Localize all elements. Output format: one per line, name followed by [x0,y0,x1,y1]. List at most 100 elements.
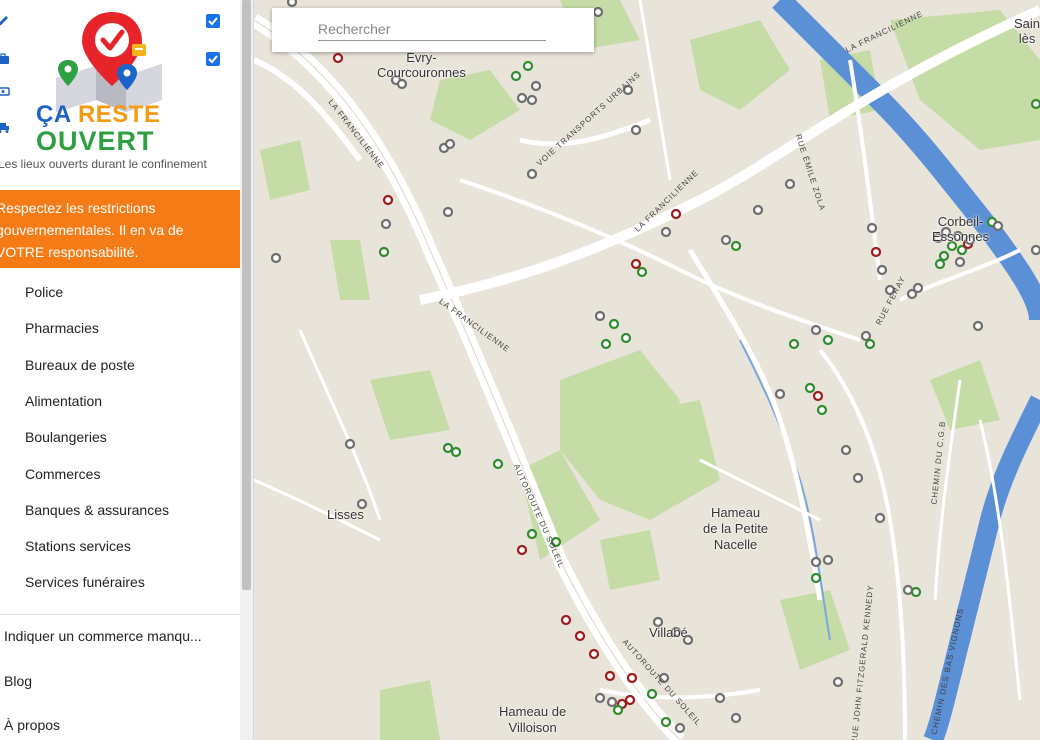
map-marker[interactable] [866,222,878,234]
pen-icon [0,16,8,26]
map-marker[interactable] [624,694,636,706]
category-banques-assurances[interactable]: Banques & assurances [25,502,169,518]
map-marker[interactable] [714,692,726,704]
map-marker[interactable] [516,544,528,556]
category-services-funeraires[interactable]: Services funéraires [25,574,145,590]
warning-line-3: VOTRE responsabilité. [0,244,139,260]
map-marker[interactable] [604,670,616,682]
map-marker[interactable] [938,250,950,262]
map-marker[interactable] [1030,98,1040,110]
sidebar-scrollbar[interactable] [240,0,254,740]
map-marker[interactable] [332,52,344,64]
place-saint: Sain lès [1014,16,1040,46]
map-marker[interactable] [592,6,604,18]
map-marker[interactable] [902,584,914,596]
map-marker[interactable] [574,630,586,642]
map-marker[interactable] [860,330,872,342]
map-marker[interactable] [934,258,946,270]
category-bureaux-de-poste[interactable]: Bureaux de poste [25,357,135,373]
map-marker[interactable] [788,338,800,350]
map-marker[interactable] [380,218,392,230]
map-marker[interactable] [992,220,1004,232]
map-marker[interactable] [784,178,796,190]
map-marker[interactable] [594,310,606,322]
map-marker[interactable] [630,258,642,270]
map-marker[interactable] [670,208,682,220]
map-marker[interactable] [852,472,864,484]
map-marker[interactable] [270,252,282,264]
map-marker[interactable] [620,332,632,344]
about-link[interactable]: À propos [4,717,60,733]
map-marker[interactable] [832,676,844,688]
map-marker[interactable] [492,458,504,470]
map-marker[interactable] [810,556,822,568]
map-marker[interactable] [972,320,984,332]
map-marker[interactable] [530,80,542,92]
map-marker[interactable] [660,226,672,238]
map-marker[interactable] [876,264,888,276]
map-marker[interactable] [840,444,852,456]
category-police[interactable]: Police [25,284,63,300]
map-marker[interactable] [822,554,834,566]
map-marker[interactable] [864,338,876,350]
map-marker[interactable] [286,0,298,8]
blog-link[interactable]: Blog [4,673,32,689]
map-marker[interactable] [608,318,620,330]
map[interactable]: Évry- Courcouronnes Lisses Hameau de la … [254,0,1040,740]
map-marker[interactable] [442,442,454,454]
map-marker[interactable] [804,382,816,394]
map-marker[interactable] [510,70,522,82]
map-marker[interactable] [526,94,538,106]
map-marker[interactable] [954,256,966,268]
map-marker[interactable] [588,648,600,660]
map-marker[interactable] [382,194,394,206]
map-marker[interactable] [594,692,606,704]
map-marker[interactable] [912,282,924,294]
map-marker[interactable] [606,696,618,708]
map-marker[interactable] [730,712,742,724]
map-marker[interactable] [752,204,764,216]
map-marker[interactable] [660,716,672,728]
map-marker[interactable] [526,528,538,540]
map-marker[interactable] [560,614,572,626]
map-marker[interactable] [522,60,534,72]
category-pharmacies[interactable]: Pharmacies [25,320,99,336]
map-marker[interactable] [874,512,886,524]
map-marker[interactable] [822,334,834,346]
map-marker[interactable] [674,722,686,734]
map-marker[interactable] [720,234,732,246]
category-commerces[interactable]: Commerces [25,466,100,482]
place-hameau-nacelle-label: Hameau de la Petite Nacelle [703,505,769,552]
map-marker[interactable] [526,168,538,180]
map-marker[interactable] [870,246,882,258]
filter-checkbox-1[interactable] [206,14,220,28]
map-marker[interactable] [396,78,408,90]
map-marker[interactable] [444,138,456,150]
category-alimentation[interactable]: Alimentation [25,393,102,409]
map-marker[interactable] [774,388,786,400]
map-marker[interactable] [646,688,658,700]
category-boulangeries[interactable]: Boulangeries [25,429,107,445]
filter-checkbox-2[interactable] [206,52,220,66]
category-stations-services[interactable]: Stations services [25,538,131,554]
map-marker[interactable] [516,92,528,104]
map-marker[interactable] [630,124,642,136]
map-marker[interactable] [910,586,922,598]
map-marker[interactable] [810,572,822,584]
map-marker[interactable] [450,446,462,458]
map-marker[interactable] [600,338,612,350]
map-marker[interactable] [812,390,824,402]
map-marker[interactable] [816,404,828,416]
map-marker[interactable] [612,704,624,716]
map-marker[interactable] [626,672,638,684]
map-marker[interactable] [1030,244,1040,256]
map-marker[interactable] [636,266,648,278]
map-marker[interactable] [344,438,356,450]
search-input[interactable] [318,18,546,41]
map-marker[interactable] [442,206,454,218]
map-marker[interactable] [378,246,390,258]
map-marker[interactable] [810,324,822,336]
map-marker[interactable] [730,240,742,252]
report-missing-link[interactable]: Indiquer un commerce manqu... [4,628,202,644]
scrollbar-thumb[interactable] [242,0,251,590]
